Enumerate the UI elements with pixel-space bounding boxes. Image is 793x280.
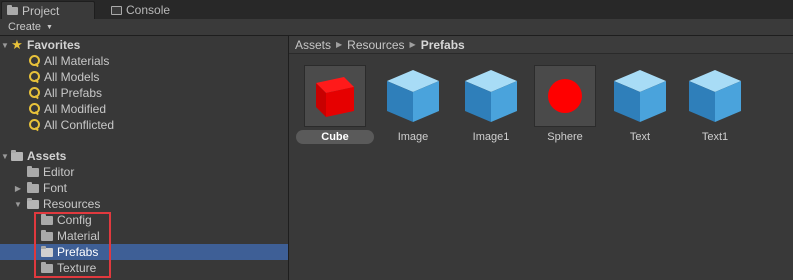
folder-icon bbox=[27, 165, 39, 177]
red-cube-thumbnail-icon bbox=[304, 65, 366, 127]
folder-icon bbox=[27, 181, 39, 193]
expand-arrow-icon[interactable]: ▼ bbox=[0, 152, 10, 161]
search-icon bbox=[28, 71, 40, 83]
favorite-item-label: All Prefabs bbox=[44, 86, 103, 100]
asset-item-image[interactable]: Image bbox=[374, 65, 450, 145]
favorite-item-label: All Modified bbox=[44, 102, 107, 116]
breadcrumb-item-prefabs[interactable]: Prefabs bbox=[421, 38, 465, 52]
search-icon bbox=[28, 119, 40, 131]
tree-item-label: Assets bbox=[27, 149, 67, 163]
annotation-highlight-box bbox=[34, 212, 111, 278]
favorite-item-label: All Materials bbox=[44, 54, 110, 68]
search-icon bbox=[28, 103, 40, 115]
console-icon bbox=[111, 5, 122, 15]
favorite-item-label: All Models bbox=[44, 70, 100, 84]
collapsed-arrow-icon[interactable]: ▶ bbox=[13, 184, 23, 193]
tree-item-label: Editor bbox=[43, 165, 75, 179]
favorite-item-all-modified[interactable]: All Modified bbox=[0, 101, 288, 117]
folder-open-icon bbox=[27, 197, 39, 209]
breadcrumb-item-assets[interactable]: Assets bbox=[295, 38, 331, 52]
tab-project[interactable]: Project bbox=[1, 1, 95, 19]
tree-item-favorites[interactable]: ▼ ★ Favorites bbox=[0, 37, 288, 53]
favorite-item-all-conflicted[interactable]: All Conflicted bbox=[0, 117, 288, 133]
breadcrumb: Assets ▶ Resources ▶ Prefabs bbox=[289, 36, 793, 54]
asset-item-label: Text1 bbox=[701, 131, 729, 143]
blue-cube-thumbnail-icon bbox=[460, 65, 522, 127]
tree-item-label: Resources bbox=[43, 197, 101, 211]
blue-cube-thumbnail-icon bbox=[382, 65, 444, 127]
favorite-item-all-materials[interactable]: All Materials bbox=[0, 53, 288, 69]
project-toolbar: Create ▼ bbox=[0, 19, 793, 36]
asset-item-text1[interactable]: Text1 bbox=[676, 65, 752, 145]
star-icon: ★ bbox=[11, 37, 23, 52]
expand-arrow-icon[interactable]: ▼ bbox=[13, 200, 23, 209]
tree-item-font[interactable]: ▶ Font bbox=[0, 180, 288, 196]
blue-cube-thumbnail-icon bbox=[609, 65, 671, 127]
folder-open-icon bbox=[11, 149, 23, 161]
chevron-right-icon: ▶ bbox=[336, 40, 343, 49]
asset-item-label: Image1 bbox=[472, 131, 510, 143]
chevron-down-icon: ▼ bbox=[46, 23, 53, 31]
asset-item-label: Cube bbox=[296, 130, 374, 144]
tree-item-label: Font bbox=[43, 181, 68, 195]
create-dropdown-button[interactable]: Create ▼ bbox=[8, 20, 53, 34]
favorite-item-all-prefabs[interactable]: All Prefabs bbox=[0, 85, 288, 101]
tab-console[interactable]: Console bbox=[106, 1, 196, 19]
asset-item-label: Image bbox=[397, 131, 429, 143]
search-icon bbox=[28, 55, 40, 67]
search-icon bbox=[28, 87, 40, 99]
create-button-label: Create bbox=[8, 21, 42, 33]
tree-item-label: Favorites bbox=[27, 38, 81, 52]
tree-item-resources[interactable]: ▼ Resources bbox=[0, 196, 288, 212]
blue-cube-thumbnail-icon bbox=[684, 65, 746, 127]
asset-item-image1[interactable]: Image1 bbox=[452, 65, 528, 145]
tab-bar: Project Console bbox=[0, 0, 793, 19]
asset-grid-panel: Assets ▶ Resources ▶ Prefabs Cube Image bbox=[289, 36, 793, 280]
asset-item-label: Text bbox=[629, 131, 651, 143]
asset-item-cube[interactable]: Cube bbox=[296, 65, 374, 145]
asset-item-label: Sphere bbox=[547, 131, 583, 143]
breadcrumb-item-resources[interactable]: Resources bbox=[347, 38, 404, 52]
red-sphere-thumbnail-icon bbox=[534, 65, 596, 127]
asset-item-text[interactable]: Text bbox=[601, 65, 677, 145]
folder-icon bbox=[7, 4, 18, 15]
expand-arrow-icon[interactable]: ▼ bbox=[0, 41, 10, 50]
favorite-item-label: All Conflicted bbox=[44, 118, 115, 132]
favorite-item-all-models[interactable]: All Models bbox=[0, 69, 288, 85]
asset-item-sphere[interactable]: Sphere bbox=[526, 65, 602, 145]
tab-project-label: Project bbox=[22, 3, 60, 18]
tab-console-label: Console bbox=[126, 3, 171, 17]
tree-item-editor[interactable]: Editor bbox=[0, 164, 288, 180]
chevron-right-icon: ▶ bbox=[409, 40, 416, 49]
tree-item-assets[interactable]: ▼ Assets bbox=[0, 148, 288, 164]
